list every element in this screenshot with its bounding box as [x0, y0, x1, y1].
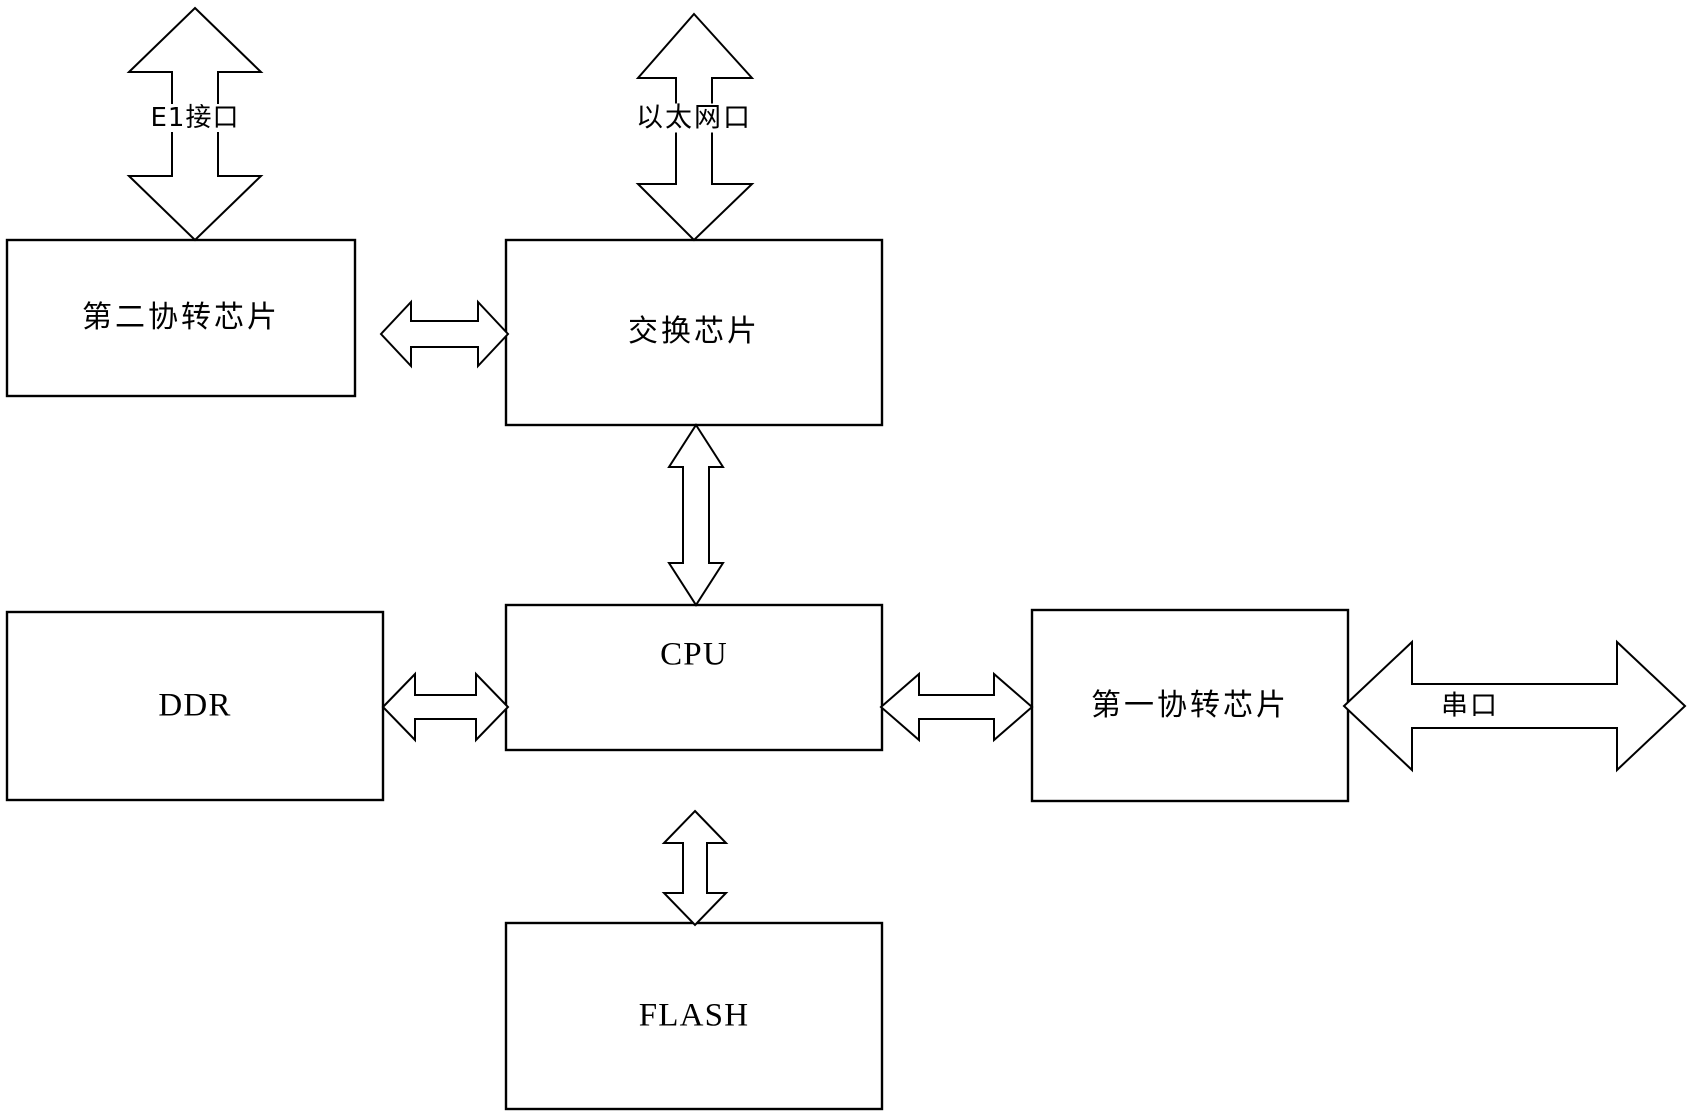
block-switch-chip[interactable] — [504, 238, 884, 427]
arrow-e1-interface[interactable] — [126, 6, 264, 242]
arrow-ddr-to-cpu[interactable] — [381, 671, 510, 743]
arrow-second-converter-to-switch[interactable] — [379, 299, 510, 369]
block-first-converter-chip[interactable] — [1030, 608, 1350, 803]
block-cpu[interactable] — [504, 603, 884, 752]
arrow-ethernet-port[interactable] — [635, 12, 755, 242]
arrow-serial-port[interactable] — [1342, 639, 1687, 773]
arrow-switch-to-cpu[interactable] — [667, 423, 725, 607]
block-second-converter-chip[interactable] — [5, 238, 357, 398]
diagram-vector-layer — [5, 6, 1687, 1111]
arrow-cpu-to-first-converter[interactable] — [879, 671, 1034, 743]
block-ddr[interactable] — [5, 610, 385, 802]
arrow-cpu-to-flash[interactable] — [661, 809, 729, 927]
block-diagram-canvas: 第二协转芯片 交换芯片 DDR CPU 第一协转芯片 FLASH E1接口 以太… — [0, 0, 1690, 1120]
block-flash[interactable] — [504, 921, 884, 1111]
